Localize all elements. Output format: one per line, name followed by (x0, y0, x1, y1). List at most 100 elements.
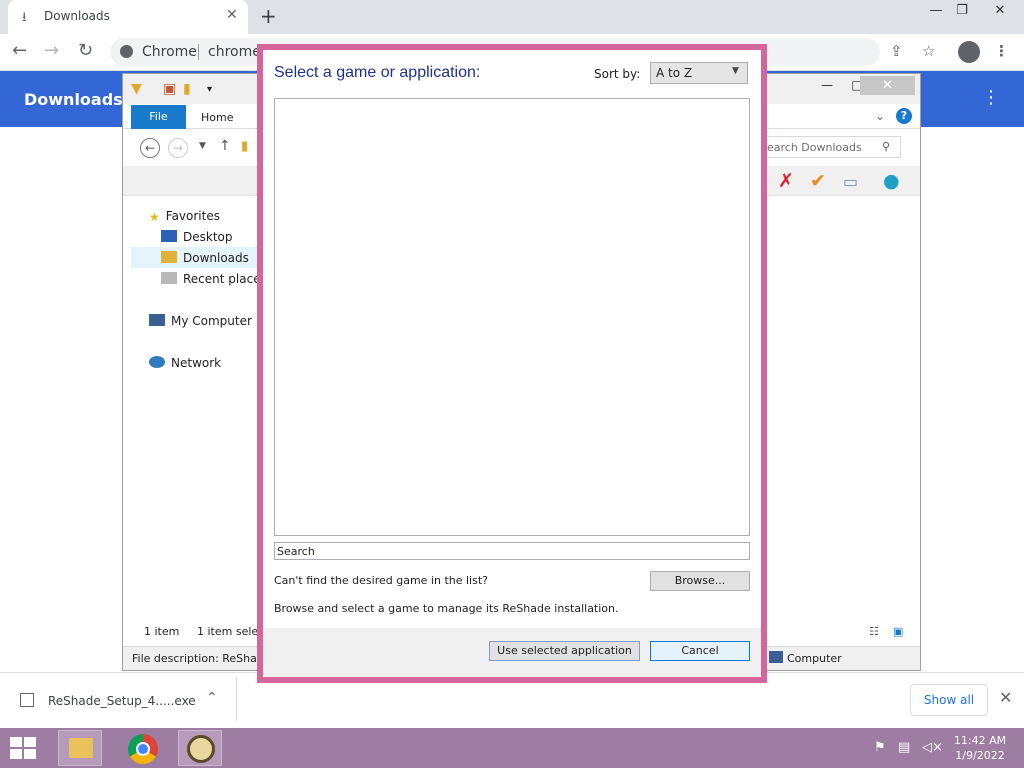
sidebar-item-favorites[interactable]: ★ Favorites (149, 209, 220, 224)
chrome-icon-center (136, 742, 150, 756)
chevron-down-icon: ▼ (732, 66, 739, 76)
folder-icon: ▼ (131, 81, 142, 97)
taskbar-reshade-button[interactable] (178, 730, 222, 766)
download-icon: ⭳ (22, 10, 27, 25)
sidebar-item-downloads[interactable]: Downloads (161, 251, 249, 265)
help-icon[interactable]: ? (896, 108, 912, 124)
new-folder-icon[interactable]: ▮ (183, 81, 191, 97)
cant-find-label: Can't find the desired game in the list? (274, 574, 488, 587)
folder-icon: ▮ (241, 139, 249, 154)
status-item-count: 1 item (144, 625, 180, 638)
omnibox-label: Chrome (142, 44, 197, 60)
restore-icon[interactable]: ❐ (946, 0, 978, 22)
use-selected-application-button[interactable]: Use selected application (489, 641, 640, 661)
sort-value: A to Z (656, 66, 693, 80)
downloads-folder-icon (161, 251, 177, 263)
sidebar-item-label: Favorites (165, 209, 220, 223)
taskbar-clock[interactable]: 11:42 AM 1/9/2022 (948, 733, 1012, 763)
details-view-icon[interactable]: ☷ (869, 625, 879, 638)
windows-start-icon[interactable] (10, 737, 37, 759)
close-icon[interactable]: ✕ (226, 7, 238, 23)
more-menu-icon[interactable]: ⋮ (982, 87, 1000, 108)
window-close-icon[interactable]: ✕ (984, 0, 1016, 22)
tab-file[interactable]: File (131, 105, 186, 129)
sidebar-item-label: Desktop (183, 230, 233, 244)
action-center-flag-icon[interactable]: ⚑ (874, 740, 886, 755)
bookmark-star-icon[interactable]: ☆ (922, 42, 935, 60)
cancel-button[interactable]: Cancel (650, 641, 750, 661)
browse-button[interactable]: Browse... (650, 571, 750, 591)
search-icon: ⚲ (882, 140, 891, 153)
network-tray-icon[interactable]: ▤ (898, 740, 910, 755)
new-tab-icon[interactable]: + (260, 4, 277, 28)
file-icon (20, 693, 34, 707)
application-list[interactable] (274, 98, 750, 536)
sidebar-item-desktop[interactable]: Desktop (161, 230, 233, 244)
recent-locations-icon[interactable]: ▼ (199, 141, 206, 151)
desktop-icon (161, 230, 177, 242)
select-application-dialog: Select a game or application: Sort by: A… (257, 44, 767, 683)
sidebar-item-my-computer[interactable]: My Computer (149, 314, 252, 328)
dialog-footer: Use selected application Cancel (263, 628, 761, 677)
back-icon[interactable]: ← (12, 40, 27, 61)
shelf-divider (236, 677, 237, 721)
sidebar-item-label: My Computer (171, 314, 252, 328)
share-icon[interactable]: ⇪ (890, 42, 903, 60)
details-location: Computer (787, 652, 842, 665)
delete-icon[interactable]: ✗ (778, 170, 794, 192)
page-title: Downloads (24, 90, 123, 109)
omnibox-separator (198, 44, 199, 60)
clock-time: 11:42 AM (953, 734, 1007, 747)
sidebar-item-label: Recent places (183, 272, 267, 286)
up-icon[interactable]: ↑ (219, 138, 231, 154)
taskbar-explorer-button[interactable] (58, 730, 102, 766)
chevron-down-icon[interactable]: ⌄ (875, 109, 885, 123)
folder-icon (69, 738, 93, 758)
sidebar-item-recent-places[interactable]: Recent places (161, 272, 267, 286)
computer-icon (769, 651, 783, 663)
rename-icon[interactable]: ▭ (843, 172, 858, 191)
minimize-icon[interactable]: — (813, 78, 841, 92)
back-icon[interactable]: ← (140, 138, 160, 158)
chrome-icon (120, 45, 133, 58)
customize-icon[interactable]: ▾ (207, 84, 212, 95)
close-icon[interactable]: ✕ (860, 76, 915, 95)
clock-date: 1/9/2022 (955, 749, 1005, 762)
chevron-up-icon[interactable]: ⌃ (206, 690, 218, 706)
search-input[interactable] (274, 542, 750, 560)
sidebar-item-network[interactable]: Network (149, 356, 221, 370)
explorer-search-input[interactable]: Search Downloads ⚲ (751, 136, 901, 158)
dialog-description: Browse and select a game to manage its R… (274, 602, 619, 615)
computer-icon (149, 314, 165, 326)
star-icon: ★ (149, 210, 160, 224)
sort-select[interactable]: A to Z ▼ (650, 62, 748, 84)
profile-avatar[interactable] (958, 41, 980, 63)
shell-icon[interactable]: ● (883, 170, 900, 192)
taskbar-chrome-button[interactable] (120, 730, 164, 766)
tab-title: Downloads (44, 9, 110, 23)
show-all-button[interactable]: Show all (910, 684, 988, 716)
more-menu-icon[interactable]: ⋮ (994, 42, 1009, 60)
network-icon (149, 356, 165, 368)
properties-icon[interactable]: ▣ (163, 81, 176, 97)
checkmark-icon[interactable]: ✔ (810, 170, 826, 192)
download-filename[interactable]: ReShade_Setup_4.....exe (48, 694, 196, 708)
recent-places-icon (161, 272, 177, 284)
volume-muted-icon[interactable]: ◁× (922, 740, 943, 755)
dialog-title: Select a game or application: (274, 64, 481, 81)
tab-downloads[interactable]: ⭳ Downloads ✕ (8, 0, 248, 34)
dialog-body: Select a game or application: Sort by: A… (263, 50, 761, 677)
reshade-icon (187, 735, 215, 763)
large-icons-view-icon[interactable]: ▣ (893, 625, 903, 638)
sidebar-item-label: Downloads (183, 251, 249, 265)
taskbar: ⚑ ▤ ◁× 11:42 AM 1/9/2022 (0, 728, 1024, 768)
search-placeholder: Search Downloads (760, 141, 862, 154)
sidebar-item-label: Network (171, 356, 222, 370)
tab-home[interactable]: Home (201, 111, 233, 124)
forward-icon[interactable]: → (168, 138, 188, 158)
close-icon[interactable]: ✕ (999, 688, 1012, 707)
reload-icon[interactable]: ↻ (78, 40, 93, 61)
forward-icon[interactable]: → (44, 40, 59, 61)
sort-label: Sort by: (594, 67, 641, 81)
chrome-tab-strip: ⭳ Downloads ✕ + — ❐ ✕ (0, 0, 1024, 34)
